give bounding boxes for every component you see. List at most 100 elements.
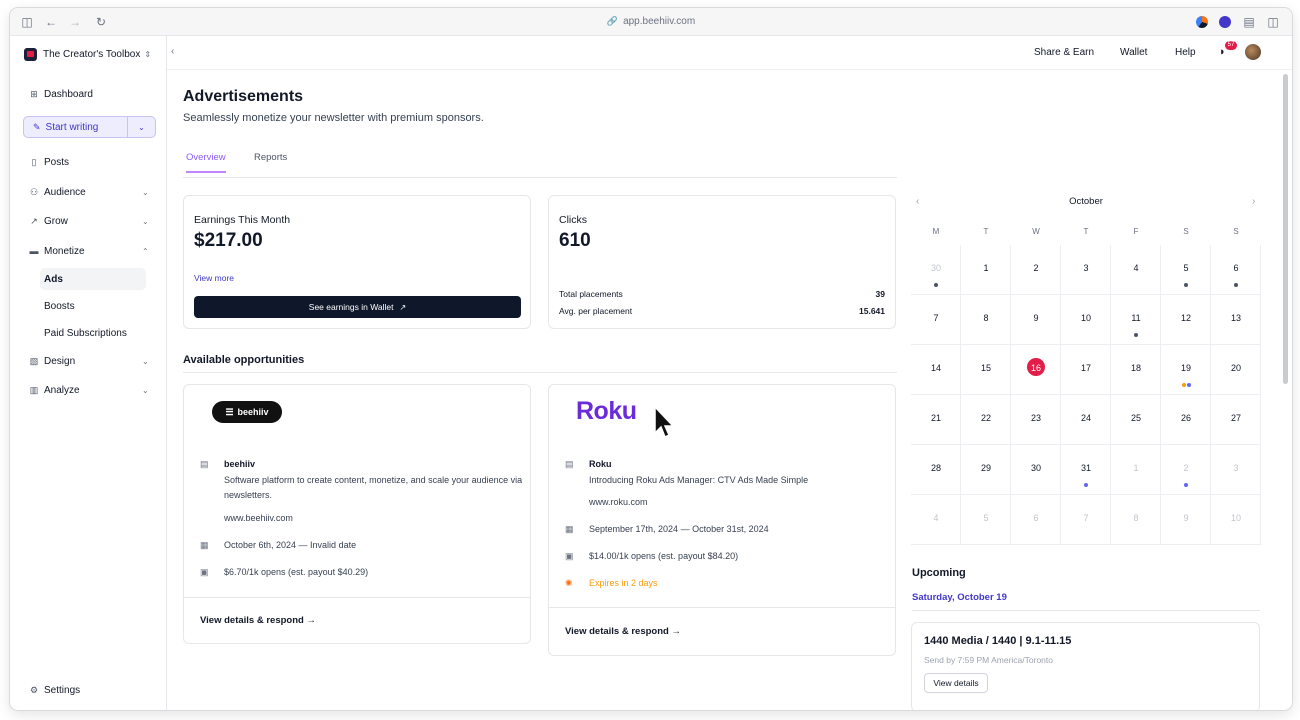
calendar-day[interactable]: 27: [1211, 395, 1261, 445]
profile-extension-icon[interactable]: [1219, 16, 1231, 28]
address-bar[interactable]: 🔗 app.beehiiv.com: [10, 16, 1292, 27]
roku-logo: Roku: [576, 397, 637, 425]
sidebar-item-audience[interactable]: ⚇ Audience ⌄: [10, 184, 167, 200]
calendar-day[interactable]: 11: [1111, 295, 1161, 345]
calendar-day[interactable]: 6: [1211, 245, 1261, 295]
calendar-next-icon[interactable]: ›: [1252, 196, 1255, 207]
share-earn-link[interactable]: Share & Earn: [1034, 47, 1094, 58]
calendar-day[interactable]: 8: [961, 295, 1011, 345]
beehiiv-logo: ☰ beehiiv: [212, 401, 282, 423]
calendar-day[interactable]: 6: [1011, 495, 1061, 545]
view-details-button[interactable]: View details: [924, 673, 988, 693]
start-writing-dropdown[interactable]: ⌄: [128, 117, 155, 137]
calendar-day[interactable]: 22: [961, 395, 1011, 445]
card-divider: [184, 597, 530, 598]
total-placements-row: Total placements 39: [559, 289, 885, 299]
advertiser-name: beehiiv: [224, 459, 256, 469]
calendar-day[interactable]: 3: [1211, 445, 1261, 495]
view-details-respond-link[interactable]: View details & respond →: [565, 626, 681, 637]
calendar-day[interactable]: 13: [1211, 295, 1261, 345]
tab-reports[interactable]: Reports: [254, 152, 287, 171]
calendar-day-number: 5: [983, 513, 989, 523]
calendar-day[interactable]: 1: [961, 245, 1011, 295]
calendar-day[interactable]: 3: [1061, 245, 1111, 295]
help-link[interactable]: Help: [1175, 47, 1196, 58]
calendar-day[interactable]: 2: [1161, 445, 1211, 495]
sidebar-item-grow[interactable]: ↗ Grow ⌄: [10, 213, 167, 229]
workspace-switcher[interactable]: The Creator's Toolbox ⇕: [24, 46, 151, 62]
advertiser-name: Roku: [589, 459, 612, 469]
reader-icon[interactable]: ▤: [1242, 15, 1256, 29]
calendar-day-number: 2: [1033, 263, 1039, 273]
tab-overview[interactable]: Overview: [186, 152, 226, 173]
calendar-day[interactable]: 23: [1011, 395, 1061, 445]
calendar-day[interactable]: 24: [1061, 395, 1111, 445]
scrollbar[interactable]: [1283, 74, 1288, 384]
calendar-day[interactable]: 1: [1111, 445, 1161, 495]
calendar-day[interactable]: 30: [1011, 445, 1061, 495]
calendar-day[interactable]: 15: [961, 345, 1011, 395]
calendar-day[interactable]: 2: [1011, 245, 1061, 295]
extension-icon[interactable]: [1196, 16, 1208, 28]
calendar-day[interactable]: 20: [1211, 345, 1261, 395]
calendar-day[interactable]: 5: [961, 495, 1011, 545]
sidebar-subitem-ads[interactable]: Ads: [40, 268, 146, 290]
beehiiv-logo-text: beehiiv: [237, 407, 269, 417]
calendar-day[interactable]: 7: [911, 295, 961, 345]
calendar-day[interactable]: 5: [1161, 245, 1211, 295]
sidebar-subitem-boosts[interactable]: Boosts: [44, 295, 150, 317]
view-details-respond-link[interactable]: View details & respond →: [200, 615, 316, 626]
calendar-day[interactable]: 7: [1061, 495, 1111, 545]
sidebar-item-settings[interactable]: ⚙ Settings: [10, 682, 167, 698]
tab-bar: Overview Reports: [183, 150, 897, 178]
url-text: app.beehiiv.com: [623, 16, 696, 27]
calendar-day[interactable]: 10: [1211, 495, 1261, 545]
sidebar-item-monetize[interactable]: ▬ Monetize ⌃: [10, 243, 167, 259]
calendar-day-number: 9: [1183, 513, 1189, 523]
sidebar-item-design[interactable]: ▧ Design ⌄: [10, 353, 167, 369]
chevron-updown-icon: ⇕: [144, 49, 152, 59]
calendar-day[interactable]: 10: [1061, 295, 1111, 345]
calendar-day[interactable]: 12: [1161, 295, 1211, 345]
collapse-sidebar-icon[interactable]: ‹: [171, 46, 174, 57]
sidebar-item-posts[interactable]: ▯ Posts: [10, 154, 167, 170]
sidebar-item-analyze[interactable]: ▥ Analyze ⌄: [10, 382, 167, 398]
calendar-day-today[interactable]: 16: [1011, 345, 1061, 395]
dates-text: September 17th, 2024 — October 31st, 202…: [589, 524, 769, 534]
start-writing-button[interactable]: ✎ Start writing: [24, 117, 128, 137]
calendar-day-number: 15: [980, 363, 991, 373]
calendar-day[interactable]: 17: [1061, 345, 1111, 395]
wallet-link[interactable]: Wallet: [1120, 47, 1147, 58]
calendar-day[interactable]: 4: [911, 495, 961, 545]
calendar-day[interactable]: 26: [1161, 395, 1211, 445]
app: The Creator's Toolbox ⇕ ⊞ Dashboard ✎ St…: [10, 36, 1292, 710]
calendar-day[interactable]: 28: [911, 445, 961, 495]
sidebar-item-label: Analyze: [44, 384, 80, 396]
calendar-weekday: S: [1183, 227, 1189, 236]
calendar-day[interactable]: 19: [1161, 345, 1211, 395]
calendar-day[interactable]: 8: [1111, 495, 1161, 545]
expires-text: Expires in 2 days: [589, 578, 658, 588]
calendar-day[interactable]: 21: [911, 395, 961, 445]
calendar-day[interactable]: 9: [1161, 495, 1211, 545]
sidebar-item-dashboard[interactable]: ⊞ Dashboard: [10, 86, 167, 102]
sidebar-subitem-paid-subscriptions[interactable]: Paid Subscriptions: [44, 322, 160, 344]
calendar-day-number: 11: [1131, 313, 1141, 323]
calendar-day[interactable]: 25: [1111, 395, 1161, 445]
see-earnings-wallet-button[interactable]: See earnings in Wallet ↗: [194, 296, 521, 318]
calendar-day-number: 16: [1030, 363, 1041, 373]
calendar-day[interactable]: 9: [1011, 295, 1061, 345]
calendar-day-number: 20: [1230, 363, 1241, 373]
design-icon: ▧: [29, 355, 39, 366]
calendar-day[interactable]: 4: [1111, 245, 1161, 295]
view-more-link[interactable]: View more: [194, 273, 234, 283]
avatar[interactable]: [1245, 44, 1261, 60]
calendar-day[interactable]: 30: [911, 245, 961, 295]
calendar-day[interactable]: 18: [1111, 345, 1161, 395]
calendar-day[interactable]: 14: [911, 345, 961, 395]
gear-icon: ⚙: [29, 684, 39, 695]
calendar-day[interactable]: 29: [961, 445, 1011, 495]
calendar-day[interactable]: 31: [1061, 445, 1111, 495]
split-view-icon[interactable]: ◫: [1266, 15, 1280, 29]
calendar-prev-icon[interactable]: ‹: [916, 196, 919, 207]
